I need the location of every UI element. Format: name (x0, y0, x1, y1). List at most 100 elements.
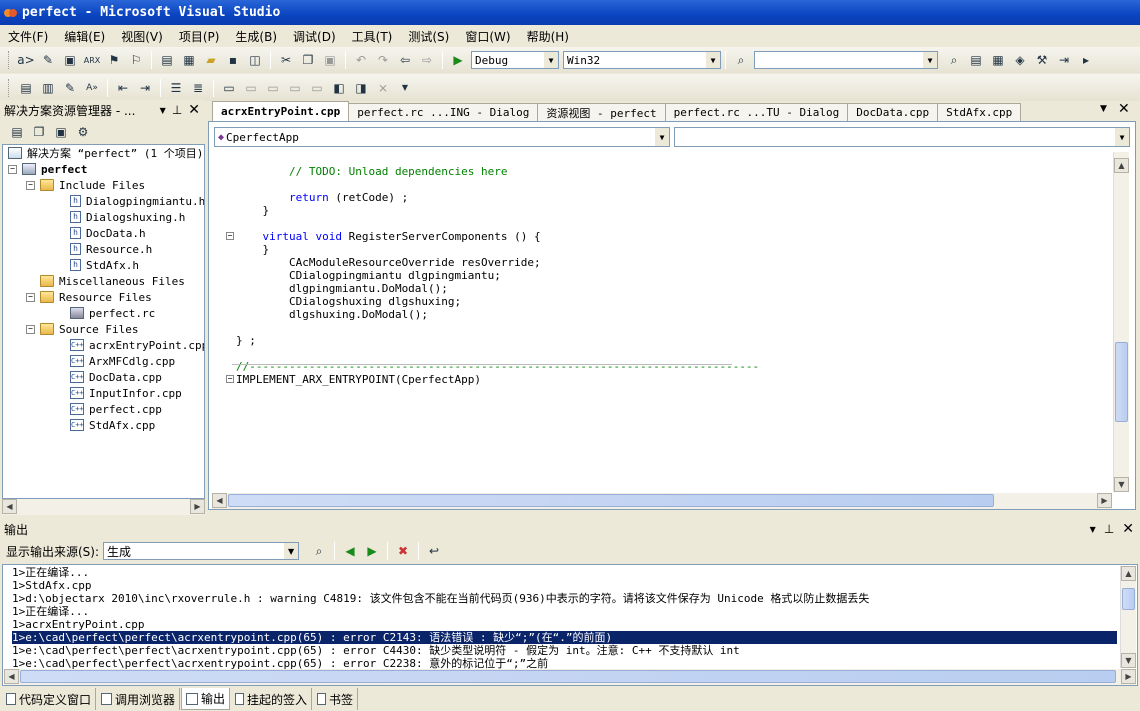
close-icon[interactable]: ✕ (188, 102, 200, 118)
scroll-left-icon[interactable]: ◀ (212, 493, 227, 508)
show-all-files-icon[interactable]: ❐ (29, 122, 49, 142)
tree-hscrollbar[interactable]: ◀ ▶ (2, 499, 205, 515)
clear-all-icon[interactable]: ✖ (393, 541, 413, 561)
find-in-files-icon[interactable]: ⌕ (731, 50, 751, 70)
tree-node[interactable]: C++ ArxMFCdlg.cpp (70, 353, 175, 369)
menu-item[interactable]: 生成(B) (235, 28, 277, 45)
prev-bookmark-doc-icon[interactable]: ◧ (329, 78, 349, 98)
navigate-forward-icon[interactable]: ⇨ (417, 50, 437, 70)
tree-node[interactable]: h Dialogpingmiantu.h (70, 193, 204, 209)
editor-vscrollbar[interactable]: ▲ ▼ (1113, 152, 1129, 492)
collapse-icon[interactable]: − (26, 180, 35, 190)
next-bookmark-folder-icon[interactable]: ▭ (307, 78, 327, 98)
scroll-down-icon[interactable]: ▼ (1121, 653, 1136, 668)
output-line[interactable]: 1>正在编译... (12, 566, 89, 579)
tree-node[interactable]: C++ perfect.cpp (70, 401, 162, 417)
cut-icon[interactable]: ✂ (276, 50, 296, 70)
find-combo[interactable]: ▼ (754, 51, 938, 69)
scroll-left-icon[interactable]: ◀ (2, 499, 17, 514)
solution-explorer-icon[interactable]: ▤ (966, 50, 986, 70)
save-all-icon[interactable]: ◫ (245, 50, 265, 70)
prev-message-icon[interactable]: ◀ (340, 541, 360, 561)
more-icon[interactable]: ▸ (1076, 50, 1096, 70)
save-icon[interactable]: ▪ (223, 50, 243, 70)
arx-command-icon[interactable]: ✎ (38, 50, 58, 70)
object-browser-icon[interactable]: ◈ (1010, 50, 1030, 70)
chevron-down-icon[interactable]: ▼ (1090, 525, 1096, 534)
start-page-icon[interactable]: ⇥ (1054, 50, 1074, 70)
output-line[interactable]: 1>d:\objectarx 2010\inc\rxoverrule.h : w… (12, 592, 869, 605)
chevron-down-icon[interactable]: ▼ (160, 106, 166, 115)
tree-node[interactable]: C++ InputInfor.cpp (70, 385, 182, 401)
collapse-icon[interactable]: − (26, 292, 35, 302)
menu-item[interactable]: 视图(V) (121, 28, 163, 45)
scroll-thumb[interactable] (1115, 342, 1128, 422)
uncomment-icon[interactable]: ≣ (188, 78, 208, 98)
quick-info-icon[interactable]: ✎ (60, 78, 80, 98)
prev-bookmark-folder-icon[interactable]: ▭ (285, 78, 305, 98)
tree-node[interactable]: perfect.rc (70, 305, 155, 321)
output-line[interactable]: 1>acrxEntryPoint.cpp (12, 618, 144, 631)
scroll-up-icon[interactable]: ▲ (1121, 566, 1136, 581)
scroll-right-icon[interactable]: ▶ (1121, 669, 1136, 684)
tree-node[interactable]: h StdAfx.h (70, 257, 139, 273)
tree-node[interactable]: − Include Files (26, 177, 145, 193)
toggle-bookmark-icon[interactable]: ▭ (219, 78, 239, 98)
scroll-up-icon[interactable]: ▲ (1114, 158, 1129, 173)
next-message-icon[interactable]: ▶ (362, 541, 382, 561)
tree-node[interactable]: h DocData.h (70, 225, 146, 241)
properties-icon[interactable]: ▦ (988, 50, 1008, 70)
menu-item[interactable]: 帮助(H) (527, 28, 569, 45)
scroll-thumb[interactable] (20, 670, 1116, 683)
pin-icon[interactable]: ⊥ (172, 103, 182, 117)
tree-solution-node[interactable]: 解决方案 “perfect” (1 个项目) (8, 145, 203, 161)
properties-icon[interactable]: ▤ (7, 122, 27, 142)
tree-node[interactable]: C++ acrxEntryPoint.cpp (70, 337, 204, 353)
menu-item[interactable]: 文件(F) (8, 28, 48, 45)
menu-item[interactable]: 编辑(E) (64, 28, 105, 45)
platform-select[interactable]: Win32 ▼ (563, 51, 721, 69)
new-project-icon[interactable]: ▤ (157, 50, 177, 70)
menu-item[interactable]: 窗口(W) (465, 28, 510, 45)
menu-item[interactable]: 工具(T) (352, 28, 393, 45)
output-line[interactable]: 1>正在编译... (12, 605, 89, 618)
redo-icon[interactable]: ↷ (373, 50, 393, 70)
object-member-list-icon[interactable]: ▤ (16, 78, 36, 98)
arx-class-icon[interactable]: ▣ (60, 50, 80, 70)
open-file-icon[interactable]: ▰ (201, 50, 221, 70)
undo-icon[interactable]: ↶ (351, 50, 371, 70)
find-message-icon[interactable]: ⌕ (309, 541, 329, 561)
bottom-tab[interactable]: 输出 (181, 688, 230, 710)
editor-tab[interactable]: acrxEntryPoint.cpp (212, 101, 350, 121)
output-line[interactable]: 1>e:\cad\perfect\perfect\acrxentrypoint.… (12, 644, 740, 657)
editor-tab[interactable]: DocData.cpp (847, 103, 939, 121)
menu-item[interactable]: 测试(S) (408, 28, 449, 45)
code-lines[interactable]: // TODO: Unload dependencies here return… (212, 152, 1112, 490)
close-icon[interactable]: ✕ (1118, 101, 1130, 117)
tab-list-icon[interactable]: ▼ (1100, 104, 1107, 114)
editor-tab[interactable]: perfect.rc ...ING - Dialog (348, 103, 539, 121)
collapse-icon[interactable]: − (8, 164, 17, 174)
bottom-tab[interactable]: 挂起的签入 (231, 688, 312, 710)
arx-tool-icon[interactable]: ⚑ (104, 50, 124, 70)
scroll-thumb[interactable] (228, 494, 994, 507)
chevron-down-icon[interactable]: ▼ (395, 78, 415, 98)
editor-tab[interactable]: perfect.rc ...TU - Dialog (664, 103, 849, 121)
bottom-tab[interactable]: 代码定义窗口 (2, 688, 96, 710)
menu-item[interactable]: 调试(D) (293, 28, 336, 45)
next-bookmark-icon[interactable]: ▭ (263, 78, 283, 98)
pin-icon[interactable]: ⊥ (1104, 522, 1114, 536)
clear-bookmarks-icon[interactable]: ⨯ (373, 78, 393, 98)
class-select[interactable]: ◆ CperfectApp ▼ (214, 127, 670, 147)
arx-icon[interactable]: ARX (82, 50, 102, 70)
tree-node[interactable]: C++ StdAfx.cpp (70, 417, 155, 433)
output-vscrollbar[interactable]: ▲ ▼ (1120, 566, 1136, 668)
complete-word-icon[interactable]: A» (82, 78, 102, 98)
tree-project-node[interactable]: − perfect (8, 161, 87, 177)
member-select[interactable]: ▼ (674, 127, 1130, 147)
increase-indent-icon[interactable]: ⇥ (135, 78, 155, 98)
tree-node[interactable]: h Resource.h (70, 241, 152, 257)
find-icon[interactable]: ⌕ (944, 50, 964, 70)
bottom-tab[interactable]: 调用浏览器 (97, 688, 180, 710)
prev-bookmark-icon[interactable]: ▭ (241, 78, 261, 98)
